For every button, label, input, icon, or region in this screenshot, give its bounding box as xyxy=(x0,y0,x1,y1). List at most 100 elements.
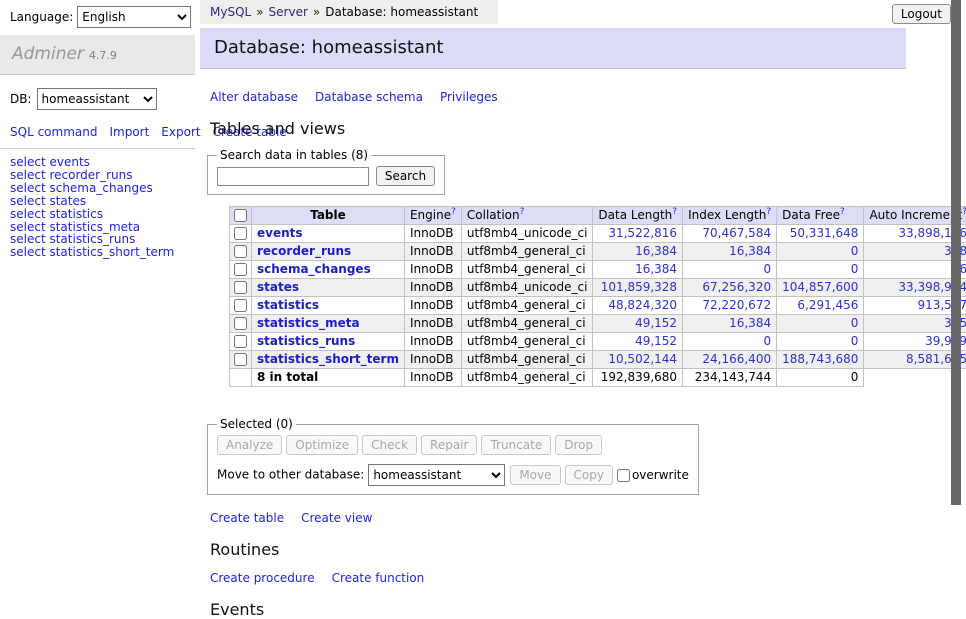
db-nav-link[interactable]: Privileges xyxy=(440,90,498,104)
create-link[interactable]: Create table xyxy=(210,511,284,525)
db-nav-link[interactable]: Alter database xyxy=(210,90,298,104)
data-length-link[interactable]: 16,384 xyxy=(635,244,677,258)
logout-button[interactable]: Logout xyxy=(892,4,951,24)
sidebar-action-link[interactable]: Export xyxy=(161,125,200,139)
search-fieldset: Search data in tables (8) Search xyxy=(207,148,445,195)
table-name-link[interactable]: states xyxy=(257,280,299,294)
row-checkbox[interactable] xyxy=(234,245,247,258)
data-length-link[interactable]: 49,152 xyxy=(635,334,677,348)
routine-link[interactable]: Create function xyxy=(332,571,425,585)
column-help-link[interactable]: ? xyxy=(451,207,456,217)
sidebar-table-link[interactable]: select schema_changes xyxy=(10,182,195,195)
data-free-cell: 104,857,600 xyxy=(777,279,864,297)
sidebar-table-link[interactable]: select recorder_runs xyxy=(10,169,195,182)
table-row: recorder_runsInnoDButf8mb4_general_ci16,… xyxy=(230,243,966,261)
collation-cell: utf8mb4_unicode_ci xyxy=(461,279,593,297)
table-name-link[interactable]: statistics_short_term xyxy=(257,352,399,366)
scrollbar-thumb[interactable] xyxy=(951,0,961,505)
sidebar-action-link[interactable]: Import xyxy=(109,125,149,139)
db-nav-link[interactable]: Database schema xyxy=(315,90,423,104)
select-all-checkbox[interactable] xyxy=(234,209,247,222)
column-help-link[interactable]: ? xyxy=(766,207,771,217)
engine-cell: InnoDB xyxy=(404,225,461,243)
sidebar-table-link[interactable]: select statistics xyxy=(10,208,195,221)
db-select[interactable]: homeassistant xyxy=(37,88,157,110)
table-name-link[interactable]: schema_changes xyxy=(257,262,371,276)
index-length-link[interactable]: 72,220,672 xyxy=(702,298,771,312)
index-length-link[interactable]: 24,166,400 xyxy=(702,352,771,366)
table-name-link[interactable]: statistics_meta xyxy=(257,316,360,330)
data-length-link[interactable]: 31,522,816 xyxy=(608,226,677,240)
index-length-cell: 70,467,584 xyxy=(683,225,777,243)
move-label: Move to other database: xyxy=(217,468,364,482)
data-length-link[interactable]: 16,384 xyxy=(635,262,677,276)
search-input[interactable] xyxy=(217,167,369,186)
row-check-cell xyxy=(230,351,252,369)
table-name-cell: statistics_short_term xyxy=(252,351,405,369)
totals-engine: InnoDB xyxy=(404,369,461,387)
row-checkbox[interactable] xyxy=(234,281,247,294)
table-name-link[interactable]: statistics_runs xyxy=(257,334,355,348)
data-free-link[interactable]: 6,291,456 xyxy=(797,298,858,312)
selected-fieldset: Selected (0) AnalyzeOptimizeCheckRepairT… xyxy=(207,417,699,495)
data-length-link[interactable]: 48,824,320 xyxy=(608,298,677,312)
data-free-link[interactable]: 104,857,600 xyxy=(782,280,858,294)
events-heading: Events xyxy=(210,600,906,619)
row-checkbox[interactable] xyxy=(234,299,247,312)
breadcrumb-mysql-link[interactable]: MySQL xyxy=(210,5,251,19)
index-length-link[interactable]: 16,384 xyxy=(729,316,771,330)
index-length-link[interactable]: 0 xyxy=(763,262,771,276)
data-length-cell: 31,522,816 xyxy=(593,225,683,243)
bulk-drop-button: Drop xyxy=(555,435,602,455)
index-length-link[interactable]: 70,467,584 xyxy=(702,226,771,240)
data-free-link[interactable]: 188,743,680 xyxy=(782,352,858,366)
tables-table: Table Engine?Collation?Data Length?Index… xyxy=(229,206,966,387)
column-help-link[interactable]: ? xyxy=(962,207,966,217)
data-length-cell: 48,824,320 xyxy=(593,297,683,315)
index-length-link[interactable]: 67,256,320 xyxy=(702,280,771,294)
sidebar-table-link[interactable]: select events xyxy=(10,156,195,169)
column-header-label: Engine xyxy=(410,208,451,222)
move-database-select[interactable]: homeassistant xyxy=(368,464,505,486)
create-link[interactable]: Create view xyxy=(301,511,372,525)
engine-cell: InnoDB xyxy=(404,279,461,297)
row-checkbox[interactable] xyxy=(234,317,247,330)
row-checkbox[interactable] xyxy=(234,335,247,348)
language-select[interactable]: English xyxy=(77,6,191,28)
data-free-link[interactable]: 0 xyxy=(851,334,859,348)
column-help-link[interactable]: ? xyxy=(840,207,845,217)
search-button[interactable]: Search xyxy=(376,166,435,186)
index-length-cell: 0 xyxy=(683,261,777,279)
data-free-link[interactable]: 50,331,648 xyxy=(790,226,859,240)
data-length-link[interactable]: 101,859,328 xyxy=(601,280,677,294)
row-checkbox[interactable] xyxy=(234,263,247,276)
breadcrumb-server-link[interactable]: Server xyxy=(269,5,308,19)
table-name-link[interactable]: recorder_runs xyxy=(257,244,351,258)
data-length-cell: 101,859,328 xyxy=(593,279,683,297)
sidebar-table-link[interactable]: select statistics_short_term xyxy=(10,246,195,259)
row-checkbox[interactable] xyxy=(234,353,247,366)
index-length-link[interactable]: 0 xyxy=(763,334,771,348)
sidebar-table-link[interactable]: select states xyxy=(10,195,195,208)
column-help-link[interactable]: ? xyxy=(672,207,677,217)
data-length-cell: 49,152 xyxy=(593,333,683,351)
move-button: Move xyxy=(510,465,560,485)
data-free-link[interactable]: 0 xyxy=(851,262,859,276)
overwrite-checkbox[interactable] xyxy=(617,469,630,482)
overwrite-label[interactable]: overwrite xyxy=(632,468,689,482)
index-length-link[interactable]: 16,384 xyxy=(729,244,771,258)
routine-link[interactable]: Create procedure xyxy=(210,571,315,585)
column-header: Data Free? xyxy=(777,207,864,225)
column-header: Index Length? xyxy=(683,207,777,225)
column-help-link[interactable]: ? xyxy=(520,207,525,217)
table-row: eventsInnoDButf8mb4_unicode_ci31,522,816… xyxy=(230,225,966,243)
table-name-link[interactable]: statistics xyxy=(257,298,319,312)
data-length-link[interactable]: 49,152 xyxy=(635,316,677,330)
row-checkbox[interactable] xyxy=(234,227,247,240)
table-name-link[interactable]: events xyxy=(257,226,303,240)
data-length-link[interactable]: 10,502,144 xyxy=(608,352,677,366)
data-free-link[interactable]: 0 xyxy=(851,244,859,258)
data-free-link[interactable]: 0 xyxy=(851,316,859,330)
collation-cell: utf8mb4_general_ci xyxy=(461,351,593,369)
sidebar-action-link[interactable]: SQL command xyxy=(10,125,97,139)
